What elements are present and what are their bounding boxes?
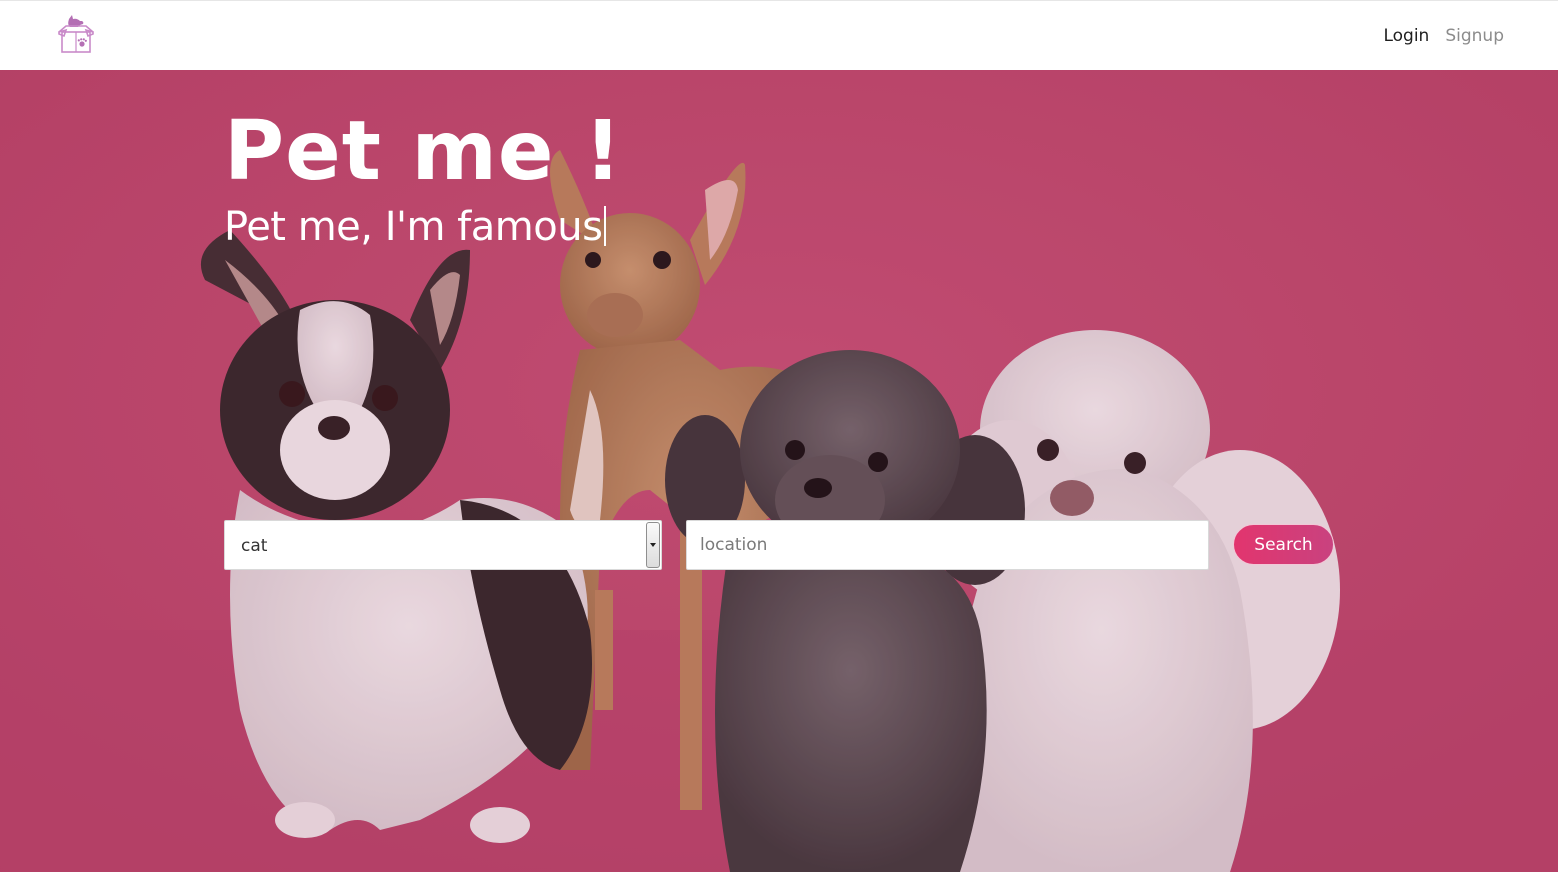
location-input[interactable] <box>686 520 1209 570</box>
hero-section: Pet me ! Pet me, I'm famous cat Search <box>0 70 1558 872</box>
hero-title: Pet me ! <box>224 104 623 199</box>
typing-caret <box>604 206 607 246</box>
hero-subtitle: Pet me, I'm famous <box>224 204 607 250</box>
nav-links: Login Signup <box>1383 26 1504 46</box>
animal-select[interactable]: cat <box>224 520 662 570</box>
signup-link[interactable]: Signup <box>1445 26 1504 46</box>
top-navbar: Login Signup <box>0 0 1558 70</box>
login-link[interactable]: Login <box>1383 26 1429 46</box>
chevron-down-icon[interactable] <box>646 522 660 568</box>
search-button[interactable]: Search <box>1233 524 1334 565</box>
dog-in-box-logo-icon[interactable] <box>56 13 96 55</box>
animal-select-value: cat <box>241 536 268 556</box>
hero-subtitle-text: Pet me, I'm famous <box>224 204 603 250</box>
